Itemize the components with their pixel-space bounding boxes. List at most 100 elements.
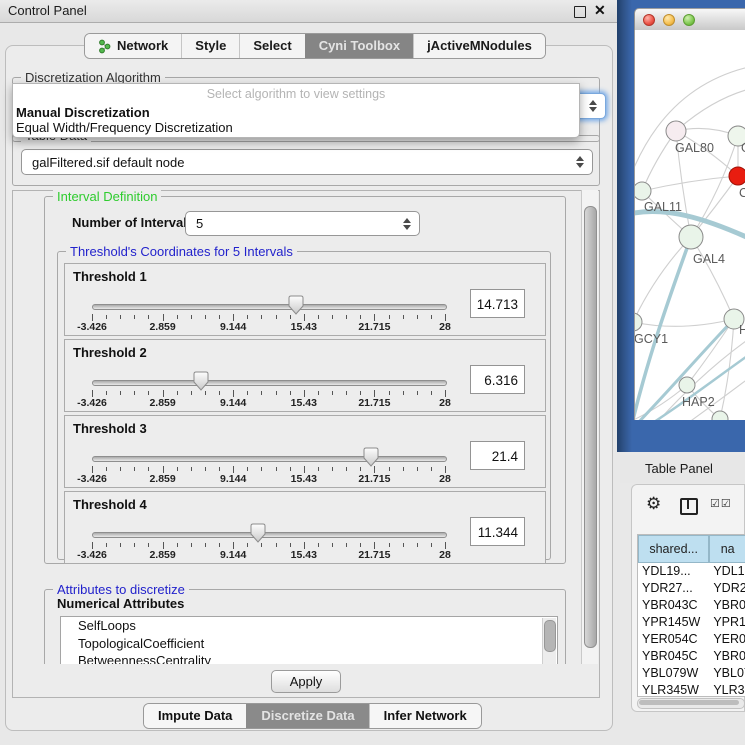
table-row[interactable]: YBL079WYBL079W (638, 665, 745, 682)
network-node-bot[interactable] (712, 411, 728, 420)
slider-tick-label: 15.43 (291, 397, 317, 409)
threshold-value-field[interactable]: 14.713 (470, 289, 525, 318)
table-row[interactable]: YDR27...YDR27... (638, 580, 745, 597)
tab-label: Select (253, 34, 291, 58)
slider-tick (276, 467, 277, 471)
table-row[interactable]: YPR145WYPR145W (638, 614, 745, 631)
slider-tick (163, 314, 164, 321)
slider-tick-label: 15.43 (291, 321, 317, 333)
float-window-icon[interactable] (574, 6, 586, 18)
node-table[interactable]: shared...na YDL19...YDL19...YDR27...YDR2… (637, 534, 745, 697)
tab-discretize-data[interactable]: Discretize Data (246, 704, 368, 728)
slider-tick (445, 314, 446, 321)
tab-label: Style (195, 34, 226, 58)
slider-tick (191, 315, 192, 319)
network-canvas[interactable]: GAL80GCGAL11GAL4GCY1HHAP2 (634, 30, 745, 420)
table-row[interactable]: YBR045CYBR045C (638, 648, 745, 665)
threshold-value-field[interactable]: 11.344 (470, 517, 525, 546)
slider-tick (92, 466, 93, 473)
network-node-gal4[interactable] (679, 225, 703, 249)
slider-tick (417, 467, 418, 471)
dropdown-option-equal-width-frequency[interactable]: Equal Width/Frequency Discretization (16, 120, 233, 135)
network-edge[interactable] (635, 319, 734, 326)
scrollbar-thumb[interactable] (639, 700, 739, 705)
network-edge[interactable] (720, 319, 734, 419)
network-node-red[interactable] (729, 167, 745, 185)
threshold-label: Threshold 1 (73, 269, 147, 284)
slider-tick (431, 467, 432, 471)
network-edge[interactable] (676, 88, 745, 131)
network-edge[interactable] (691, 237, 734, 319)
slider-track[interactable] (92, 380, 447, 386)
slider-thumb[interactable] (250, 523, 266, 543)
table-row[interactable]: YBR043CYBR043C (638, 597, 745, 614)
table-data-combobox[interactable]: galFiltered.sif default node (21, 149, 593, 175)
network-node-hap2[interactable] (679, 377, 695, 393)
slider-thumb[interactable] (363, 447, 379, 467)
numerical-attributes-list[interactable]: SelfLoopsTopologicalCoefficientBetweenne… (60, 616, 558, 664)
tab-infer-network[interactable]: Infer Network (369, 704, 481, 728)
scrollbar-thumb[interactable] (584, 206, 597, 648)
split-columns-icon[interactable] (680, 498, 698, 515)
attribute-list-item[interactable]: TopologicalCoefficient (61, 635, 557, 653)
list-scrollbar[interactable] (542, 618, 556, 664)
slider-tick (374, 542, 375, 549)
slider-tick (177, 467, 178, 471)
slider-tick (134, 315, 135, 319)
network-edge[interactable] (635, 385, 687, 420)
network-window-titlebar[interactable] (634, 8, 745, 30)
zoom-traffic-light-icon[interactable] (683, 14, 695, 26)
number-of-intervals-combobox[interactable]: 5 (185, 211, 420, 236)
slider-tick (276, 543, 277, 547)
threshold-label: Threshold 2 (73, 345, 147, 360)
dropdown-option-manual-discretization[interactable]: Manual Discretization (16, 105, 150, 120)
table-row[interactable]: YLR345WYLR345W (638, 682, 745, 697)
network-node-gal80[interactable] (666, 121, 686, 141)
network-edge[interactable] (635, 237, 691, 322)
minimize-traffic-light-icon[interactable] (663, 14, 675, 26)
slider-tick (148, 391, 149, 395)
table-cell: YBL079W (638, 665, 709, 682)
close-traffic-light-icon[interactable] (643, 14, 655, 26)
tab-jactivemnodules[interactable]: jActiveMNodules (413, 34, 545, 58)
table-hscrollbar[interactable] (637, 698, 745, 709)
gear-icon[interactable]: ⚙ (646, 495, 661, 512)
slider-tick-label: 28 (439, 473, 451, 485)
table-row[interactable]: YER054CYER054C (638, 631, 745, 648)
network-node-gcy1[interactable] (635, 313, 642, 331)
tab-select[interactable]: Select (239, 34, 304, 58)
slider-thumb[interactable] (193, 371, 209, 391)
close-icon[interactable]: ✕ (594, 2, 606, 19)
threshold-value-field[interactable]: 6.316 (470, 365, 525, 394)
slider-tick (247, 315, 248, 319)
settings-scrollbar[interactable] (581, 190, 598, 664)
slider-tick (233, 542, 234, 549)
network-node-gal11[interactable] (635, 182, 651, 200)
slider-track[interactable] (92, 532, 447, 538)
network-edge[interactable] (687, 319, 734, 385)
slider-thumb[interactable] (288, 295, 304, 315)
tab-network[interactable]: Network (85, 34, 181, 58)
tab-impute-data[interactable]: Impute Data (144, 704, 246, 728)
scrollbar-thumb[interactable] (544, 620, 556, 652)
attribute-list-item[interactable]: BetweennessCentrality (61, 652, 557, 664)
slider-track[interactable] (92, 456, 447, 462)
threshold-value-field[interactable]: 21.4 (470, 441, 525, 470)
select-columns-checkboxes-icon[interactable]: ☑☑ (710, 497, 732, 510)
network-edge[interactable] (642, 176, 738, 191)
attribute-list-item[interactable]: SelfLoops (61, 617, 557, 635)
table-row[interactable]: YDL19...YDL19... (638, 563, 745, 580)
network-edge-thick[interactable] (635, 237, 691, 420)
apply-button[interactable]: Apply (271, 670, 341, 693)
slider-tick (403, 315, 404, 319)
slider-tick (120, 391, 121, 395)
slider-tick-label: 9.144 (220, 397, 246, 409)
node-label: GAL80 (675, 141, 714, 155)
slider-track[interactable] (92, 304, 447, 310)
slider-tick-label: 15.43 (291, 473, 317, 485)
column-header[interactable]: shared... (638, 535, 709, 563)
tab-style[interactable]: Style (181, 34, 239, 58)
slider-tick (346, 467, 347, 471)
column-header[interactable]: na (709, 535, 745, 563)
tab-cyni-toolbox[interactable]: Cyni Toolbox (305, 34, 413, 58)
